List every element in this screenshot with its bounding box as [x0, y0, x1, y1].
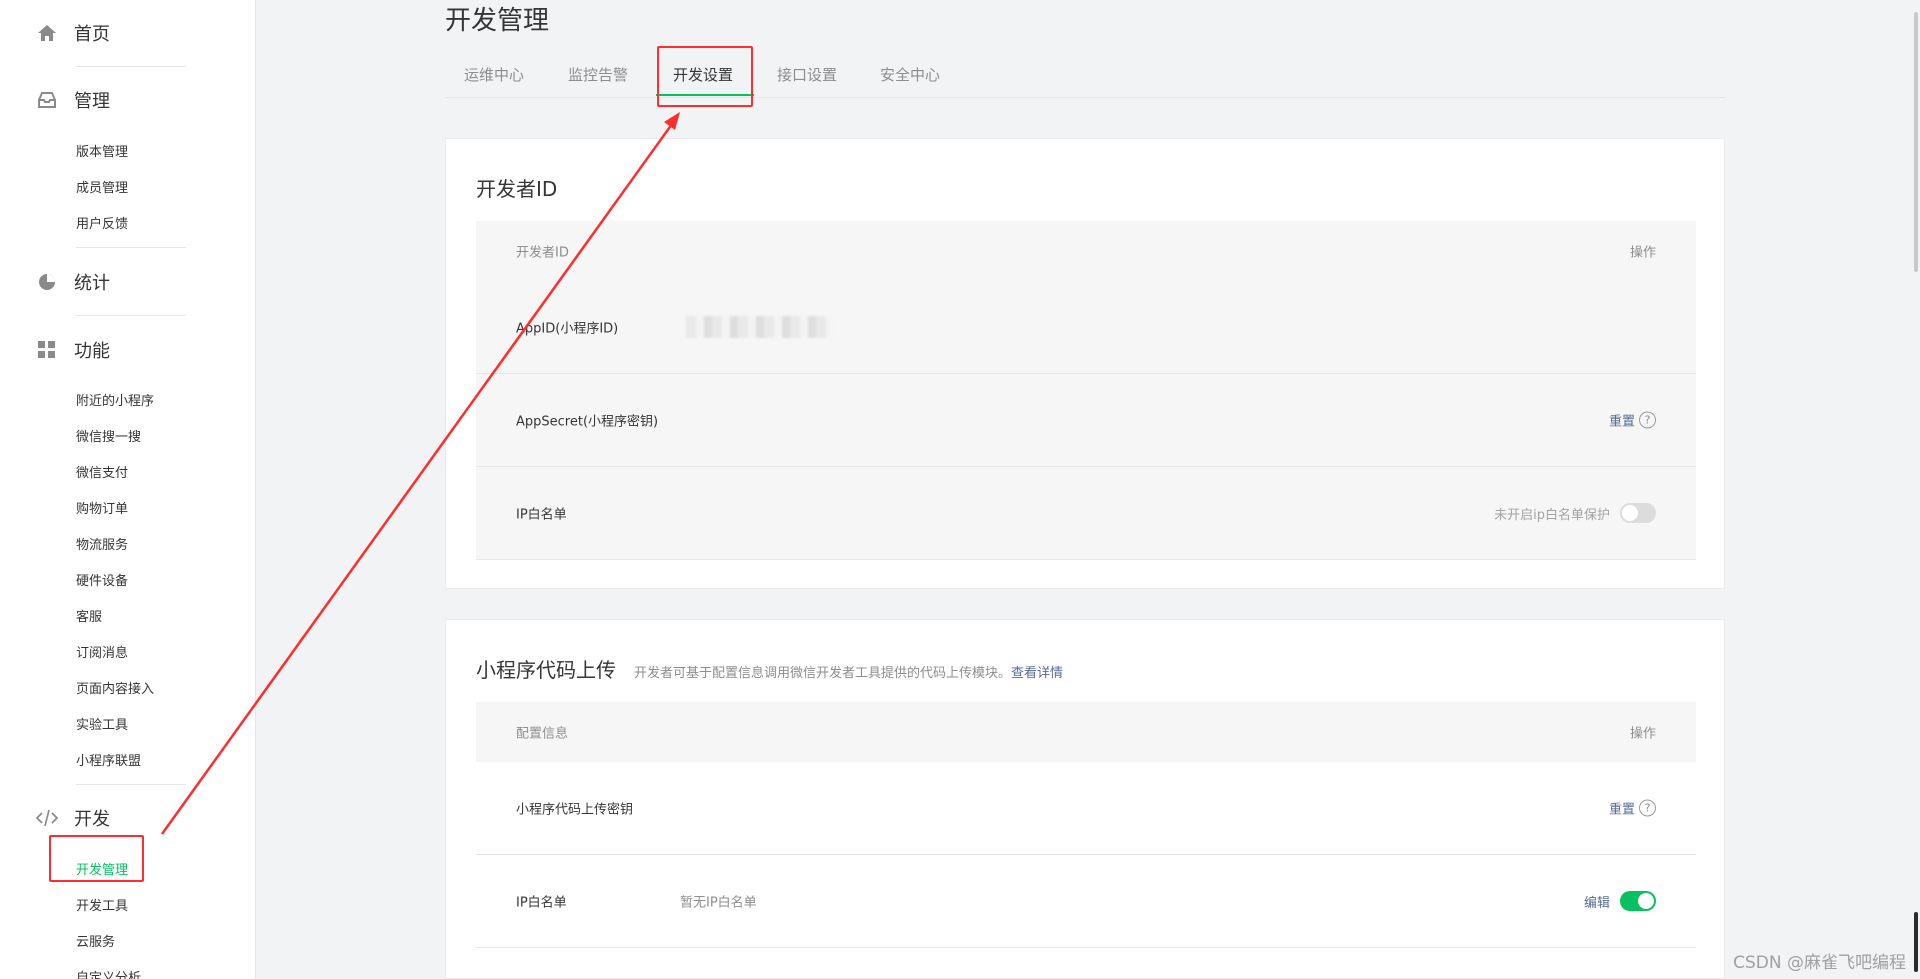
home-icon [36, 22, 58, 44]
appsecret-label: AppSecret(小程序密钥) [516, 414, 659, 430]
page-title: 开发管理 [445, 6, 550, 36]
code-upload-card: 小程序代码上传 开发者可基于配置信息调用微信开发者工具提供的代码上传模块。查看详情… [445, 619, 1725, 979]
table-row-ip-whitelist: IP白名单 未开启ip白名单保护 [476, 467, 1696, 560]
tab-security[interactable]: 安全中心 [880, 64, 940, 85]
scrollbar-thumb[interactable] [1914, 12, 1918, 272]
table-row-upload-ip: IP白名单 暂无IP白名单 编辑 [476, 855, 1696, 948]
sidebar-group-features[interactable]: 功能 [36, 330, 255, 370]
help-icon[interactable]: ? [1639, 799, 1656, 817]
divider [76, 247, 186, 248]
ip-actions: 未开启ip白名单保护 [1494, 503, 1656, 523]
sidebar-item-feedback[interactable]: 用户反馈 [76, 213, 128, 232]
upload-config-table: 配置信息 操作 小程序代码上传密钥 重置 ? IP白名单 暂无IP白名单 编辑 [476, 702, 1696, 948]
sidebar-group-label: 功能 [74, 341, 110, 362]
sidebar-item-pay[interactable]: 微信支付 [76, 462, 128, 481]
divider [76, 66, 186, 67]
sidebar-item-nearby[interactable]: 附近的小程序 [76, 390, 154, 409]
header-left: 开发者ID [516, 245, 569, 261]
sidebar-item-service[interactable]: 客服 [76, 606, 102, 625]
upload-ip-actions: 编辑 [1584, 891, 1656, 911]
sidebar-group-stats[interactable]: 统计 [36, 262, 255, 302]
edit-ip-button[interactable]: 编辑 [1584, 892, 1610, 911]
upload-key-actions: 重置 ? [1609, 799, 1656, 818]
appid-value-masked [686, 316, 832, 338]
tab-bar: 运维中心 监控告警 开发设置 接口设置 安全中心 [445, 56, 1725, 98]
sidebar-item-orders[interactable]: 购物订单 [76, 498, 128, 517]
grid-icon [36, 339, 58, 361]
ip-label: IP白名单 [516, 507, 567, 523]
sidebar-group-manage[interactable]: 管理 [36, 80, 255, 120]
scrollbar-thumb-secondary[interactable] [1914, 912, 1918, 972]
card-description-text: 开发者可基于配置信息调用微信开发者工具提供的代码上传模块。 [634, 666, 1012, 681]
table-row-upload-key: 小程序代码上传密钥 重置 ? [476, 762, 1696, 855]
pie-chart-icon [36, 271, 58, 293]
divider [76, 784, 186, 785]
sidebar-item-hardware[interactable]: 硬件设备 [76, 570, 128, 589]
appid-label: AppID(小程序ID) [516, 321, 619, 337]
sidebar-item-custom-analysis[interactable]: 自定义分析 [76, 967, 141, 979]
reset-key-button[interactable]: 重置 [1609, 799, 1635, 818]
appsecret-actions: 重置 ? [1609, 411, 1656, 430]
inbox-icon [36, 89, 58, 111]
header-left: 配置信息 [516, 726, 569, 742]
table-row-appsecret: AppSecret(小程序密钥) 重置 ? [476, 374, 1696, 467]
card-title: 开发者ID [476, 177, 558, 201]
watermark: CSDN @麻雀飞吧编程 [1733, 953, 1906, 973]
upload-ip-label: IP白名单 [516, 895, 567, 911]
sidebar-group-home[interactable]: 首页 [36, 13, 255, 53]
upload-ip-value: 暂无IP白名单 [680, 895, 757, 911]
sidebar-group-dev[interactable]: 开发 [36, 798, 255, 838]
sidebar-item-members[interactable]: 成员管理 [76, 177, 128, 196]
card-title: 小程序代码上传 开发者可基于配置信息调用微信开发者工具提供的代码上传模块。查看详情 [476, 654, 1063, 683]
upload-ip-toggle[interactable] [1620, 891, 1656, 911]
table-row-appid: AppID(小程序ID) [476, 281, 1696, 374]
sidebar: 首页 管理 版本管理 成员管理 用户反馈 统计 功能 附近的小程序 微信搜一搜 … [0, 0, 256, 979]
sidebar-item-page-content[interactable]: 页面内容接入 [76, 678, 154, 697]
divider [76, 315, 186, 316]
sidebar-item-search[interactable]: 微信搜一搜 [76, 426, 141, 445]
code-icon [36, 807, 58, 829]
header-right: 操作 [1629, 245, 1656, 261]
sidebar-group-label: 统计 [74, 273, 110, 294]
card-description: 开发者可基于配置信息调用微信开发者工具提供的代码上传模块。查看详情 [634, 666, 1063, 681]
reset-secret-button[interactable]: 重置 [1609, 411, 1635, 430]
toggle-knob [1638, 893, 1654, 909]
sidebar-item-logistics[interactable]: 物流服务 [76, 534, 128, 553]
sidebar-group-label: 开发 [74, 809, 110, 830]
header-right: 操作 [1629, 726, 1656, 742]
sidebar-item-cloud[interactable]: 云服务 [76, 931, 115, 950]
sidebar-item-dev-tools[interactable]: 开发工具 [76, 895, 128, 914]
highlight-box-dev-manage-item [49, 835, 144, 882]
view-details-link[interactable]: 查看详情 [1011, 666, 1063, 681]
highlight-box-dev-settings-tab [657, 46, 753, 107]
table-header: 配置信息 操作 [476, 702, 1696, 762]
upload-key-label: 小程序代码上传密钥 [516, 802, 634, 818]
tab-api-settings[interactable]: 接口设置 [777, 64, 837, 85]
help-icon[interactable]: ? [1639, 411, 1656, 429]
sidebar-item-version[interactable]: 版本管理 [76, 141, 128, 160]
card-title-text: 小程序代码上传 [476, 658, 616, 682]
scrollbar[interactable] [1912, 0, 1920, 979]
sidebar-item-lab[interactable]: 实验工具 [76, 714, 128, 733]
ip-whitelist-toggle[interactable] [1620, 503, 1656, 523]
sidebar-group-label: 首页 [74, 24, 110, 45]
ip-status-text: 未开启ip白名单保护 [1494, 507, 1610, 523]
tab-monitor[interactable]: 监控告警 [568, 64, 628, 85]
sidebar-group-label: 管理 [74, 91, 110, 112]
sidebar-item-subscribe[interactable]: 订阅消息 [76, 642, 128, 661]
developer-id-table: 开发者ID 操作 AppID(小程序ID) AppSecret(小程序密钥) 重… [476, 221, 1696, 560]
sidebar-item-union[interactable]: 小程序联盟 [76, 750, 141, 769]
tab-ops[interactable]: 运维中心 [464, 64, 524, 85]
table-header: 开发者ID 操作 [476, 221, 1696, 281]
developer-id-card: 开发者ID 开发者ID 操作 AppID(小程序ID) AppSecret(小程… [445, 138, 1725, 589]
toggle-knob [1622, 505, 1638, 521]
